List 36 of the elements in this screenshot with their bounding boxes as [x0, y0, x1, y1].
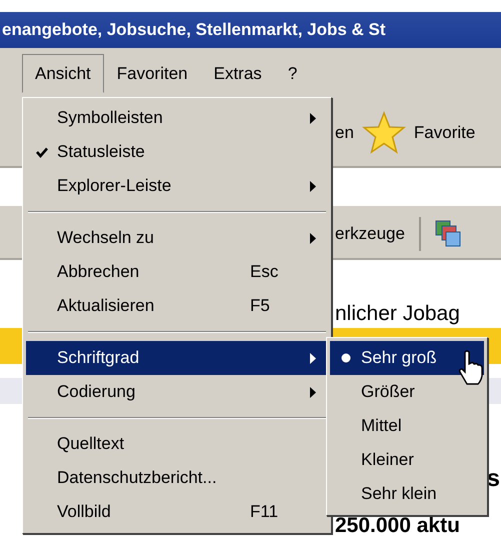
menu-item[interactable]: Wechseln zu [26, 221, 328, 255]
checkmark-icon [36, 146, 48, 158]
toolbar-button-label[interactable]: en [335, 123, 354, 143]
submenu-arrow-icon [310, 232, 316, 244]
menu-item[interactable]: Symbolleisten [26, 101, 328, 135]
toolbar-label[interactable]: erkzeuge [335, 224, 405, 244]
star-icon [362, 111, 406, 155]
menu-item[interactable]: Kleiner [330, 443, 484, 477]
menu-item[interactable]: Datenschutzbericht... [26, 461, 328, 495]
menu-title[interactable]: Extras [200, 54, 275, 93]
menu-item[interactable]: Sehr groß [330, 341, 484, 375]
submenu-arrow-icon [310, 352, 316, 364]
submenu-arrow-icon [310, 180, 316, 192]
submenu-arrow-icon [310, 112, 316, 124]
menu-item[interactable]: Mittel [330, 409, 484, 443]
window-title: enangebote, Jobsuche, Stellenmarkt, Jobs & St [2, 20, 386, 40]
bullet-icon [340, 353, 350, 363]
page-text: 250.000 aktu [335, 515, 461, 537]
favorites-button[interactable]: Favorite [414, 123, 476, 143]
menu-title[interactable]: Ansicht [22, 54, 104, 93]
menu-item[interactable]: Quelltext [26, 427, 328, 461]
menu-item[interactable]: Abbrechen Esc [26, 255, 328, 289]
menu-item[interactable]: Explorer-Leiste [26, 169, 328, 203]
menu-title[interactable]: ? [274, 54, 310, 93]
windows-icon[interactable] [434, 220, 461, 248]
menu-title[interactable]: Favoriten [104, 54, 201, 93]
menu-item[interactable]: Vollbild F11 [26, 495, 328, 529]
submenu-arrow-icon [310, 386, 316, 398]
menu-item[interactable]: Statusleiste [26, 135, 328, 169]
menu-item[interactable]: Codierung [26, 375, 328, 409]
menu-item[interactable]: Größer [330, 375, 484, 409]
hand-cursor-icon [458, 350, 484, 386]
menu-item[interactable]: Aktualisieren F5 [26, 289, 328, 323]
menu-item[interactable]: Sehr klein [330, 477, 484, 511]
page-heading: nlicher Jobag [335, 302, 461, 326]
menu-item[interactable]: Schriftgrad [26, 341, 328, 375]
